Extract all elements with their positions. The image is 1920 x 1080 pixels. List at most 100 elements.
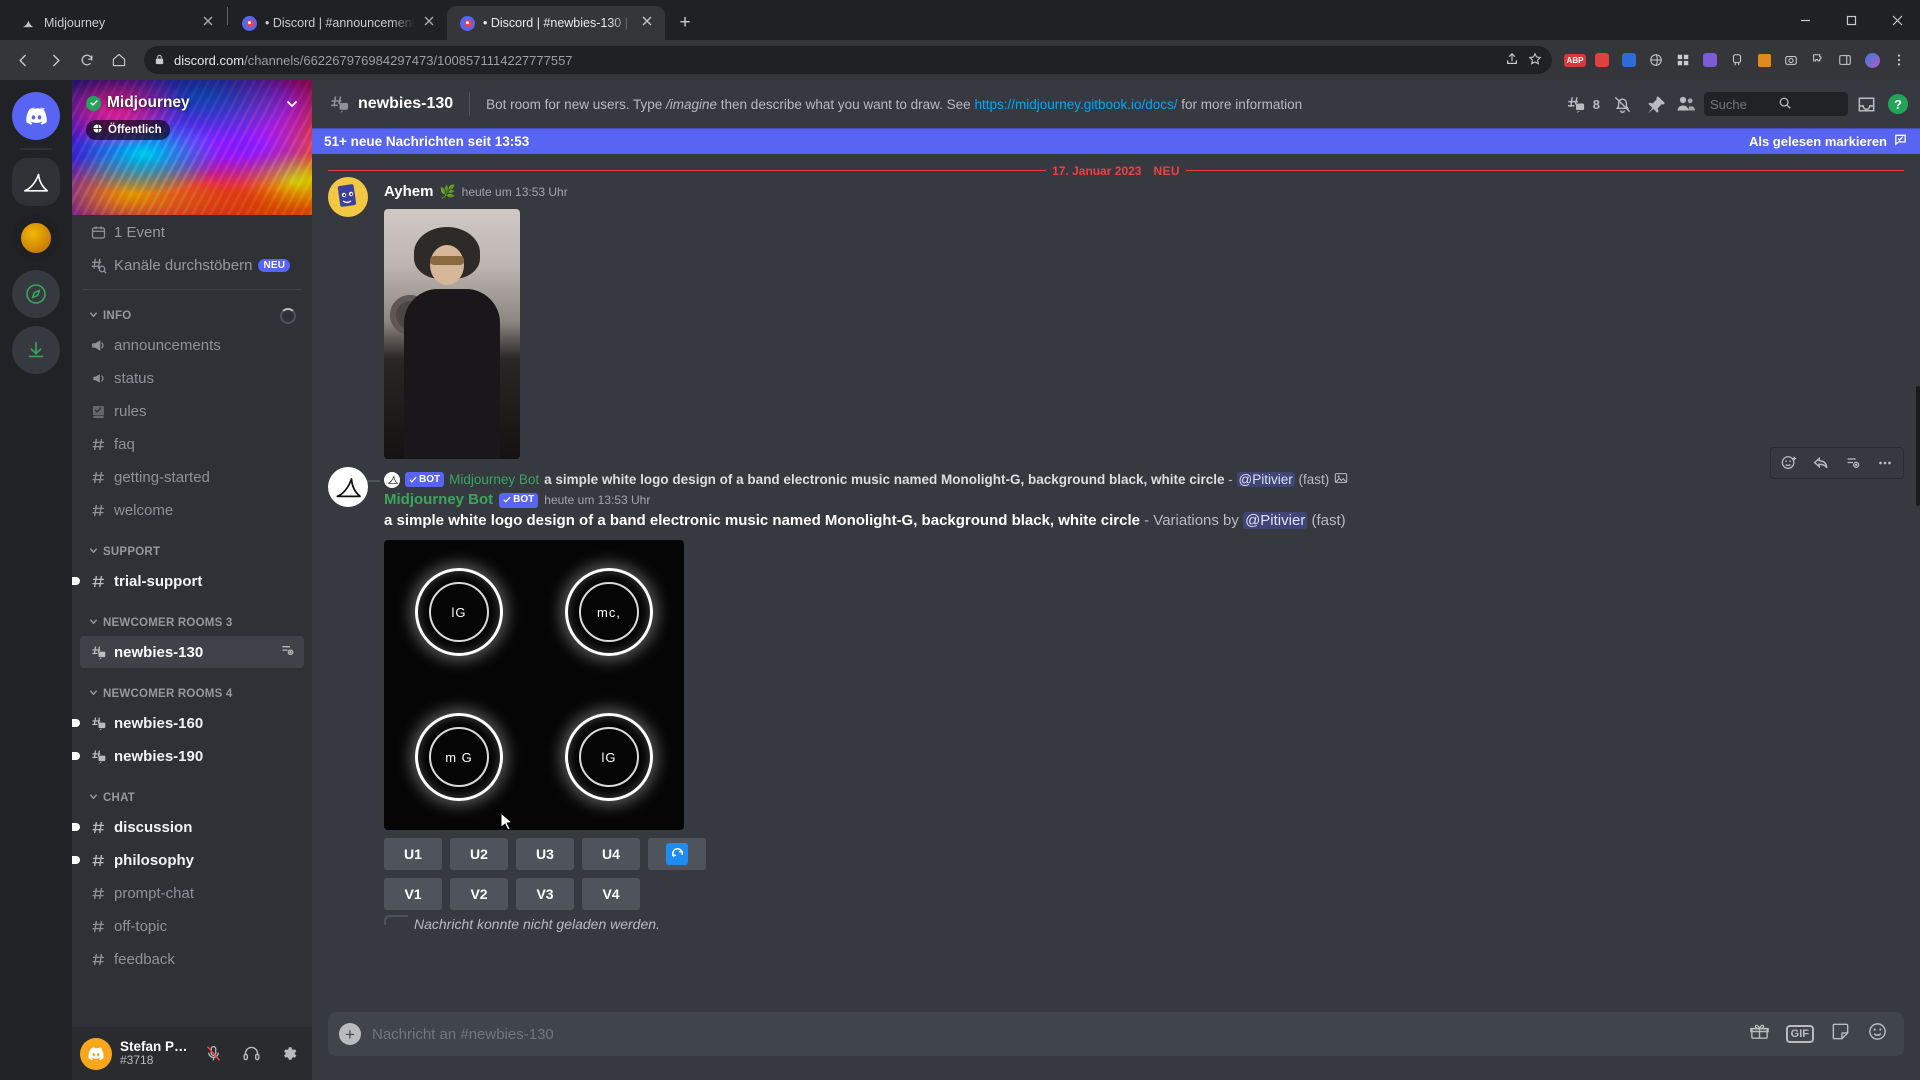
upload-attachment-button[interactable]: + [328,1012,372,1056]
profile-avatar[interactable] [1859,47,1885,73]
variation-button-v3[interactable]: V3 [516,877,574,910]
grid-cell-1[interactable]: lG [384,540,534,685]
server-icon-midjourney[interactable] [12,158,60,206]
category-info[interactable]: INFO [72,304,312,328]
message-author[interactable]: Ayhem [384,183,433,201]
category-support[interactable]: SUPPORT [72,540,312,564]
blue-extension-icon[interactable] [1616,47,1642,73]
sticker-icon[interactable] [1830,1021,1851,1047]
close-icon[interactable] [1874,3,1920,37]
inbox-icon[interactable] [1852,90,1880,118]
upscale-button-u4[interactable]: U4 [582,837,640,870]
message-input[interactable]: Nachricht an #newbies-130 [372,1026,1749,1043]
variation-button-v4[interactable]: V4 [582,877,640,910]
new-tab-button[interactable]: + [671,9,699,37]
gif-icon[interactable]: GIF [1785,1025,1814,1043]
settings-gear-icon[interactable] [274,1039,304,1069]
category-chat[interactable]: CHAT [72,786,312,810]
browser-tab-midjourney[interactable]: Midjourney [8,6,226,40]
chevron-down-icon[interactable] [284,96,300,117]
reroll-button[interactable] [648,837,706,870]
purple-extension-icon[interactable] [1697,47,1723,73]
message-scrollbar[interactable] [1916,386,1920,506]
share-icon[interactable] [1505,52,1519,69]
home-icon[interactable] [104,45,134,75]
user-info[interactable]: Stefan Petri #3718 [120,1039,190,1068]
grid-cell-4[interactable]: lG [534,685,684,830]
message-author[interactable]: Midjourney Bot [384,491,493,509]
variation-button-v2[interactable]: V2 [450,877,508,910]
topic-link[interactable]: https://midjourney.gitbook.io/docs/ [974,97,1177,112]
variation-button-v1[interactable]: V1 [384,877,442,910]
threads-icon[interactable] [1562,90,1590,118]
pin-icon[interactable] [1640,90,1668,118]
gift-icon[interactable] [1749,1021,1770,1047]
explore-servers-button[interactable] [12,270,60,318]
channel-discussion[interactable]: discussion [72,811,304,843]
browser-menu-icon[interactable] [1886,47,1912,73]
more-options-icon[interactable] [1869,448,1901,478]
channel-rules[interactable]: rules [80,395,304,427]
mic-muted-icon[interactable] [198,1039,228,1069]
mark-as-read-button[interactable]: Als gelesen markieren [1749,132,1908,150]
category-newcomer-rooms-3[interactable]: NEWCOMER ROOMS 3 [72,611,312,635]
close-icon[interactable] [423,15,439,31]
message-composer[interactable]: + Nachricht an #newbies-130 GIF [328,1012,1904,1056]
reply-author[interactable]: Midjourney Bot [449,472,539,487]
sidebar-item-browse-channels[interactable]: Kanäle durchstöbern NEU [80,249,304,281]
upscale-button-u3[interactable]: U3 [516,837,574,870]
avatar[interactable] [328,177,368,217]
grid-cell-2[interactable]: mc, [534,540,684,685]
reload-icon[interactable] [72,45,102,75]
server-banner[interactable]: Midjourney Öffentlich [72,80,312,215]
message-scroller[interactable]: 17. Januar 2023 NEU Ayhem 🌿 heute um 13:… [312,154,1920,1012]
channel-philosophy[interactable]: philosophy [72,844,304,876]
server-icon-second[interactable] [12,214,60,262]
channel-newbies-190[interactable]: newbies-190 [72,740,304,772]
channel-welcome[interactable]: welcome [80,494,304,526]
orange-extension-icon[interactable] [1751,47,1777,73]
plug-extension-icon[interactable] [1724,47,1750,73]
message-image-grid[interactable]: lG mc, m G lG [384,539,684,830]
grid-cell-3[interactable]: m G [384,685,534,830]
message-image-attachment[interactable] [384,209,520,459]
server-name-header[interactable]: Midjourney [86,94,190,112]
channel-faq[interactable]: faq [80,428,304,460]
minimize-icon[interactable] [1782,3,1828,37]
search-input[interactable]: Suche [1704,92,1848,116]
create-thread-icon[interactable] [279,642,296,663]
emoji-icon[interactable] [1867,1021,1888,1047]
upscale-button-u1[interactable]: U1 [384,837,442,870]
new-messages-banner[interactable]: 51+ neue Nachrichten seit 13:53 Als gele… [312,128,1920,154]
browser-tab-newbies-130[interactable]: • Discord | #newbies-130 | Midjo [447,6,665,40]
download-apps-button[interactable] [12,326,60,374]
channel-newbies-130[interactable]: newbies-130 [80,636,304,668]
headphones-icon[interactable] [236,1039,266,1069]
globe-extension-icon[interactable] [1643,47,1669,73]
notification-muted-icon[interactable] [1608,90,1636,118]
help-icon[interactable]: ? [1884,90,1912,118]
channel-feedback[interactable]: feedback [80,943,304,975]
channel-trial-support[interactable]: trial-support [72,565,304,597]
browser-tab-announcements[interactable]: • Discord | #announcements | Mi [229,6,447,40]
address-bar[interactable]: discord.com/channels/662267976984297473/… [144,46,1552,74]
avatar[interactable] [80,1037,112,1070]
channel-getting-started[interactable]: getting-started [80,461,304,493]
channel-off-topic[interactable]: off-topic [80,910,304,942]
red-extension-icon[interactable] [1589,47,1615,73]
forward-arrow-icon[interactable] [40,45,70,75]
channel-prompt-chat[interactable]: prompt-chat [80,877,304,909]
bookmark-star-icon[interactable] [1528,52,1542,69]
avatar[interactable] [328,467,368,507]
channel-status[interactable]: status [80,362,304,394]
upscale-button-u2[interactable]: U2 [450,837,508,870]
sidebar-icon[interactable] [1832,47,1858,73]
grid-extension-icon[interactable] [1670,47,1696,73]
camera-extension-icon[interactable] [1778,47,1804,73]
close-icon[interactable] [202,15,218,31]
puzzle-extension-icon[interactable] [1805,47,1831,73]
back-arrow-icon[interactable] [8,45,38,75]
abp-extension-icon[interactable]: ABP [1562,47,1588,73]
sidebar-item-events[interactable]: 1 Event [80,216,304,248]
members-icon[interactable] [1672,90,1700,118]
